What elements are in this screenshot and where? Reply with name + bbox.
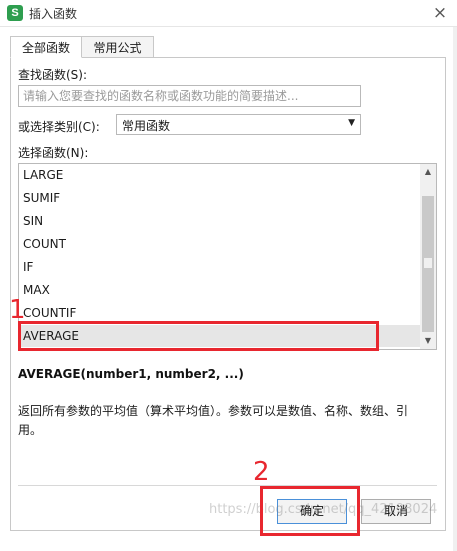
annotation-number-1: 1 <box>9 295 26 325</box>
category-label: 或选择类别(C): <box>18 120 100 134</box>
title-bar: S 插入函数 × <box>0 0 457 27</box>
function-syntax: AVERAGE(number1, number2, ...) <box>18 367 244 381</box>
annotation-box-2 <box>260 486 360 536</box>
scroll-down-icon[interactable]: ▼ <box>420 333 436 349</box>
list-item[interactable]: SUMIF <box>19 187 421 209</box>
scrollbar[interactable]: ▲ ▼ <box>420 164 436 349</box>
list-item[interactable]: LARGE <box>19 164 421 186</box>
list-item[interactable]: IF <box>19 256 421 278</box>
tab-common-formulas[interactable]: 常用公式 <box>81 36 154 58</box>
list-item[interactable]: SIN <box>19 210 421 232</box>
search-label: 查找函数(S): <box>18 68 88 82</box>
wps-app-icon: S <box>7 5 23 21</box>
list-item[interactable]: COUNT <box>19 233 421 255</box>
scroll-up-icon[interactable]: ▲ <box>420 164 436 180</box>
background-strip <box>453 26 457 551</box>
dialog-title: 插入函数 <box>29 7 78 21</box>
function-list-label: 选择函数(N): <box>18 146 89 160</box>
divider <box>18 485 437 486</box>
annotation-number-2: 2 <box>253 457 270 487</box>
chevron-down-icon: ▼ <box>348 118 355 128</box>
annotation-box-1 <box>18 321 379 351</box>
scroll-position-marker <box>424 258 432 268</box>
category-value: 常用函数 <box>122 119 171 133</box>
category-dropdown[interactable]: 常用函数 ▼ <box>116 114 361 135</box>
close-icon[interactable]: × <box>423 0 457 26</box>
search-input[interactable] <box>18 85 361 107</box>
function-description: 返回所有参数的平均值（算术平均值）。参数可以是数值、名称、数组、引用。 <box>18 404 409 437</box>
tab-all-functions[interactable]: 全部函数 <box>10 36 82 58</box>
list-item[interactable]: MAX <box>19 279 421 301</box>
